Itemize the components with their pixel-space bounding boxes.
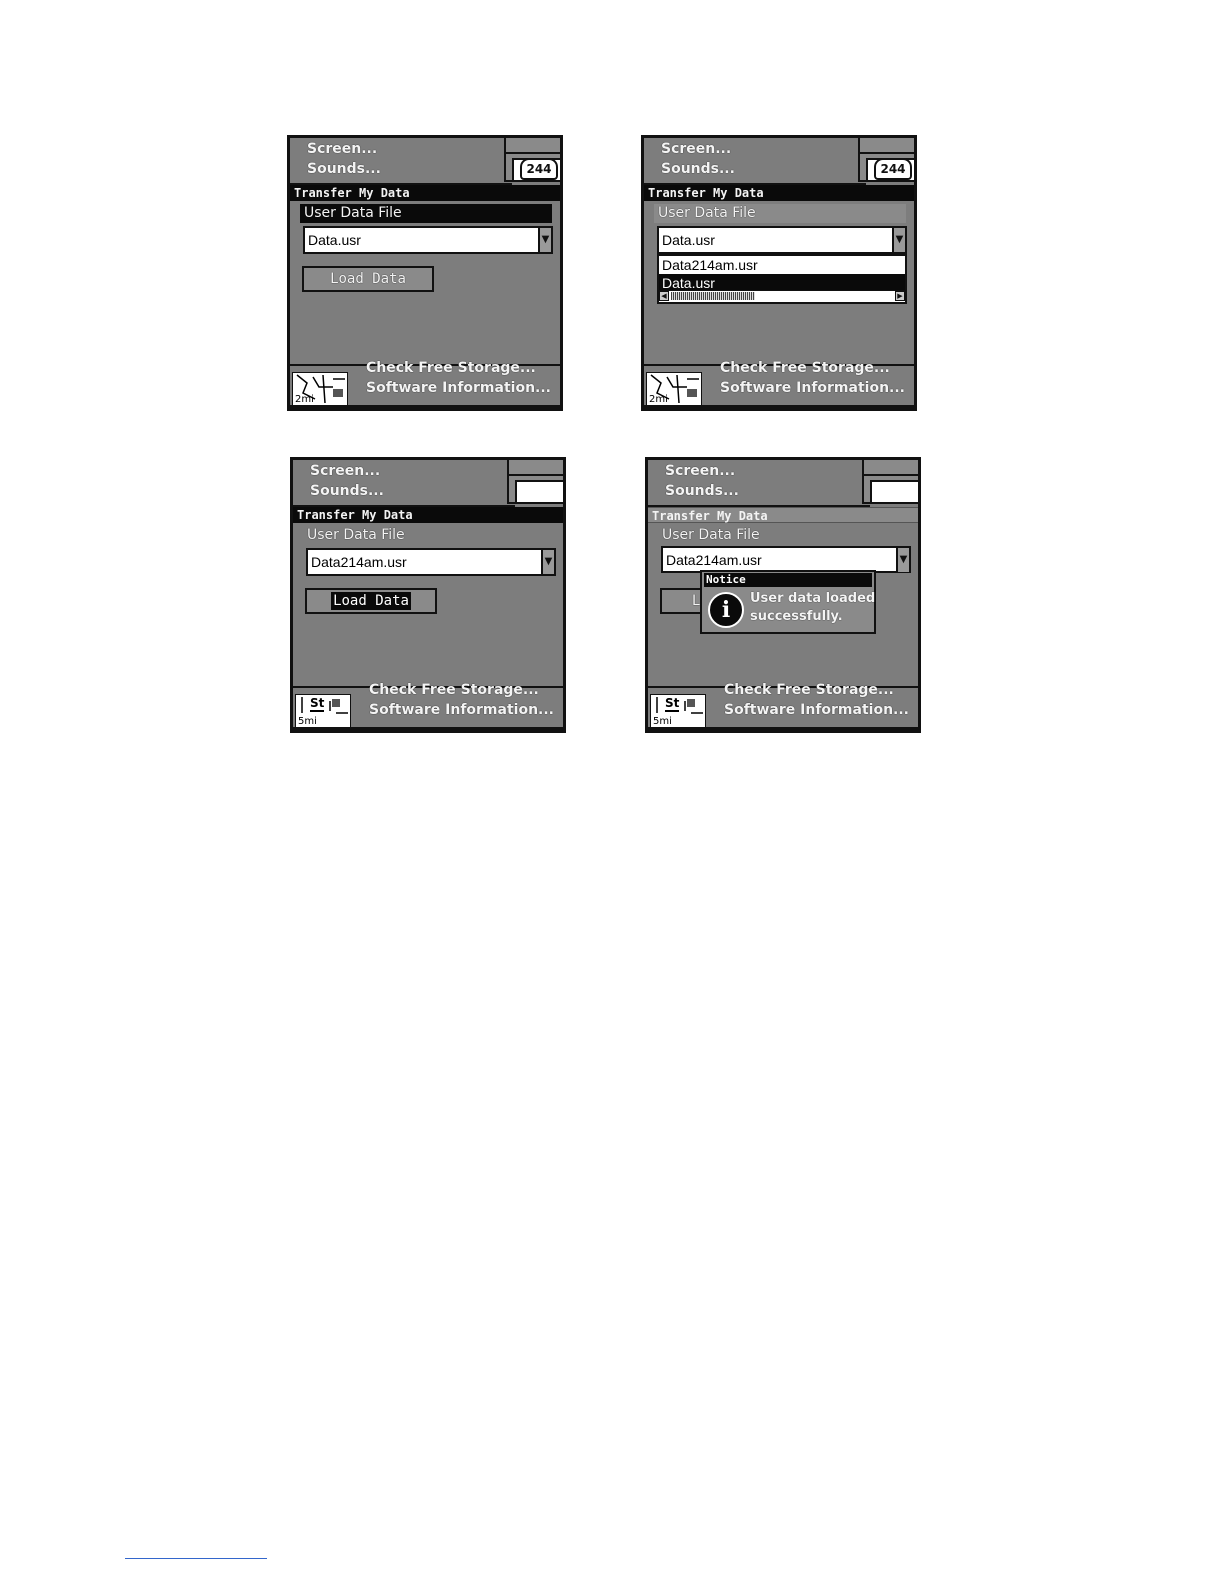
load-data-label: Load Data bbox=[331, 592, 411, 610]
divider bbox=[293, 727, 563, 730]
divider bbox=[644, 405, 914, 408]
selected-file-value: Data214am.usr bbox=[666, 552, 762, 568]
divider bbox=[290, 405, 560, 408]
info-icon: i bbox=[708, 592, 744, 628]
route-badge: 244 bbox=[520, 158, 558, 180]
load-data-button[interactable]: Load Data bbox=[305, 588, 437, 614]
dropdown-arrow-icon[interactable]: ▼ bbox=[896, 548, 909, 572]
file-dropdown-list: Data214am.usr Data.usr ◀ ▶ bbox=[657, 254, 907, 304]
load-data-label: Load Data bbox=[330, 271, 406, 287]
user-data-file-select[interactable]: Data.usr ▼ bbox=[657, 226, 907, 254]
screen-3-load-selected: Screen... Sounds... Transfer My Data Use… bbox=[290, 457, 566, 733]
map-thumbnail: 244 bbox=[504, 138, 560, 182]
horizontal-scrollbar[interactable]: ◀ ▶ bbox=[659, 290, 905, 302]
mini-map: St 5mi bbox=[295, 694, 351, 728]
map-scale: 5mi bbox=[298, 716, 317, 727]
notice-title: Notice bbox=[704, 573, 872, 587]
dropdown-arrow-icon[interactable]: ▼ bbox=[538, 228, 551, 252]
load-data-button[interactable]: Load Data bbox=[302, 266, 434, 292]
mini-map: St 5mi bbox=[650, 694, 706, 728]
bottom-menu: St 5mi Check Free Storage... Software In… bbox=[648, 682, 918, 730]
street-label: St bbox=[310, 696, 325, 712]
menu-item-software-information[interactable]: Software Information... bbox=[369, 702, 554, 718]
user-data-file-select[interactable]: Data214am.usr ▼ bbox=[661, 546, 911, 573]
map-scale: 5mi bbox=[653, 716, 672, 727]
selected-file-value: Data214am.usr bbox=[311, 554, 407, 570]
footnote-rule bbox=[125, 1558, 267, 1559]
menu-item-sounds[interactable]: Sounds... bbox=[307, 161, 381, 177]
divider bbox=[648, 727, 918, 730]
dialog-title: Transfer My Data bbox=[293, 507, 563, 523]
bottom-menu: St 5mi Check Free Storage... Software In… bbox=[293, 682, 563, 730]
menu-item-screen[interactable]: Screen... bbox=[307, 141, 377, 157]
dropdown-arrow-icon[interactable]: ▼ bbox=[892, 228, 905, 252]
user-data-file-select[interactable]: Data.usr ▼ bbox=[303, 226, 553, 254]
mini-map: 2mi bbox=[646, 372, 702, 406]
selected-file-value: Data.usr bbox=[308, 232, 361, 248]
screen-1-transfer-my-data: Screen... Sounds... 244 Transfer My Data… bbox=[287, 135, 563, 411]
scrollbar-thumb[interactable] bbox=[671, 292, 755, 300]
scroll-left-icon[interactable]: ◀ bbox=[659, 291, 669, 301]
user-data-file-label: User Data File bbox=[300, 204, 552, 223]
selected-file-value: Data.usr bbox=[662, 232, 715, 248]
menu-item-screen[interactable]: Screen... bbox=[661, 141, 731, 157]
route-badge: 244 bbox=[874, 158, 912, 180]
dropdown-option[interactable]: Data214am.usr bbox=[659, 256, 905, 274]
mini-map: 2mi bbox=[292, 372, 348, 406]
dialog-title: Transfer My Data bbox=[644, 185, 914, 201]
street-label: St bbox=[665, 696, 680, 712]
map-scale: 2mi bbox=[295, 394, 314, 405]
user-data-file-label: User Data File bbox=[654, 204, 906, 223]
menu-item-screen[interactable]: Screen... bbox=[665, 463, 735, 479]
menu-item-screen[interactable]: Screen... bbox=[310, 463, 380, 479]
menu-item-check-free-storage[interactable]: Check Free Storage... bbox=[369, 682, 539, 698]
menu-item-software-information[interactable]: Software Information... bbox=[366, 380, 551, 396]
scroll-right-icon[interactable]: ▶ bbox=[895, 291, 905, 301]
dialog-title: Transfer My Data bbox=[648, 507, 918, 523]
menu-item-software-information[interactable]: Software Information... bbox=[724, 702, 909, 718]
map-thumbnail bbox=[862, 460, 918, 504]
menu-item-sounds[interactable]: Sounds... bbox=[661, 161, 735, 177]
bottom-menu: 2mi Check Free Storage... Software Infor… bbox=[290, 360, 560, 408]
screen-4-notice: Screen... Sounds... Transfer My Data Use… bbox=[645, 457, 921, 733]
map-thumbnail: 244 bbox=[858, 138, 914, 182]
menu-item-sounds[interactable]: Sounds... bbox=[310, 483, 384, 499]
menu-item-check-free-storage[interactable]: Check Free Storage... bbox=[366, 360, 536, 376]
notice-message: User data loaded successfully. bbox=[750, 591, 876, 624]
notice-dialog: Notice i User data loaded successfully. bbox=[700, 570, 876, 634]
map-thumbnail bbox=[507, 460, 563, 504]
user-data-file-select[interactable]: Data214am.usr ▼ bbox=[306, 548, 556, 576]
screen-2-dropdown-open: Screen... Sounds... 244 Transfer My Data… bbox=[641, 135, 917, 411]
bottom-menu: 2mi Check Free Storage... Software Infor… bbox=[644, 360, 914, 408]
user-data-file-label: User Data File bbox=[307, 527, 405, 543]
menu-item-software-information[interactable]: Software Information... bbox=[720, 380, 905, 396]
menu-item-check-free-storage[interactable]: Check Free Storage... bbox=[724, 682, 894, 698]
dialog-title: Transfer My Data bbox=[290, 185, 560, 201]
menu-item-check-free-storage[interactable]: Check Free Storage... bbox=[720, 360, 890, 376]
load-data-button[interactable]: L bbox=[660, 588, 704, 614]
user-data-file-label: User Data File bbox=[662, 527, 760, 543]
map-scale: 2mi bbox=[649, 394, 668, 405]
dropdown-arrow-icon[interactable]: ▼ bbox=[541, 550, 554, 574]
menu-item-sounds[interactable]: Sounds... bbox=[665, 483, 739, 499]
